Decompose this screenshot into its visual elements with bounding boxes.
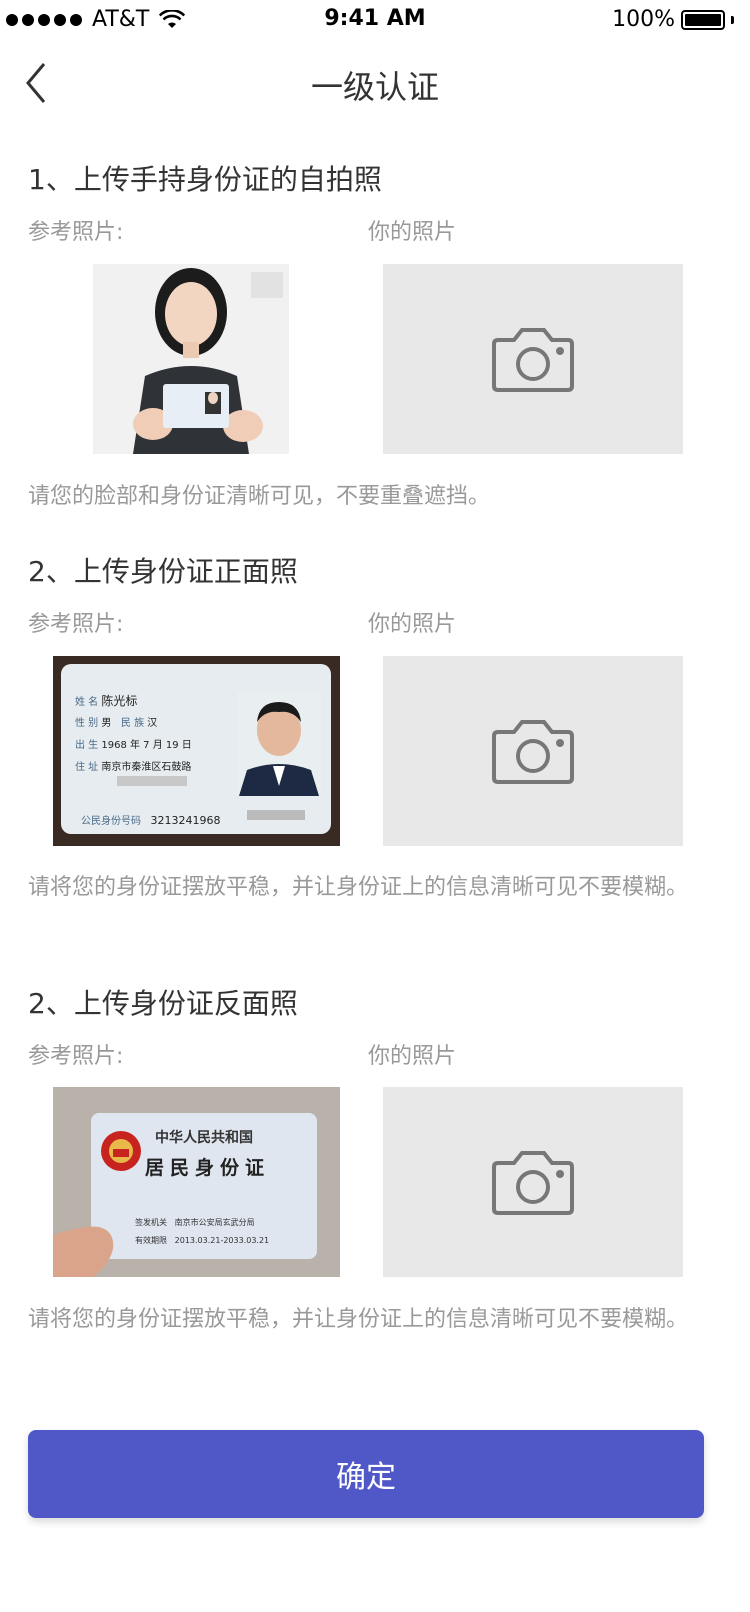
card-birth-label: 出 生: [75, 740, 99, 751]
status-right: 100%: [612, 7, 734, 32]
card-sex: 男: [101, 718, 112, 729]
section-1-ref-label: 参考照片:: [28, 220, 124, 245]
battery-icon: [681, 9, 725, 30]
hand-shape: [53, 1226, 114, 1277]
card-ethnic-label: 民 族: [120, 718, 145, 729]
section-3-note: 请将您的身份证摆放平稳，并让身份证上的信息清晰可见不要模糊。: [28, 1307, 689, 1332]
card-doc: 居民身份证: [145, 1157, 271, 1179]
card-ethnic: 汉: [147, 718, 158, 729]
card-id-label: 公民身份号码: [81, 816, 141, 827]
card-country: 中华人民共和国: [155, 1130, 253, 1146]
section-2-ref-label: 参考照片:: [28, 612, 124, 637]
selfie-upload[interactable]: [383, 264, 683, 454]
blur-bar: [117, 776, 187, 786]
emblem-icon: [101, 1131, 141, 1171]
id-back-reference-image: 中华人民共和国 居民身份证 签发机关 南京市公安局玄武分局 有效期限 2013.…: [53, 1087, 340, 1277]
battery-tip: [731, 15, 734, 24]
section-1-note: 请您的脸部和身份证清晰可见，不要重叠遮挡。: [28, 484, 491, 509]
page-title: 一级认证: [310, 68, 439, 106]
section-1-title: 1、上传手持身份证的自拍照: [28, 163, 382, 196]
section-2-title: 2、上传身份证正面照: [28, 555, 298, 588]
section-2-your-label: 你的照片: [368, 612, 457, 637]
battery-percent: 100%: [612, 7, 675, 32]
confirm-button[interactable]: 确定: [28, 1430, 704, 1518]
section-1-your-label: 你的照片: [368, 220, 457, 245]
section-2-note: 请将您的身份证摆放平稳，并让身份证上的信息清晰可见不要模糊。: [28, 875, 689, 900]
camera-icon: [492, 720, 574, 784]
section-3-title: 2、上传身份证反面照: [28, 987, 298, 1020]
card-birth: 1968 年 7 月 19 日: [101, 740, 192, 751]
status-bar: AT&T 9:41 AM 100%: [0, 0, 750, 40]
blur-bar-id: [247, 810, 305, 820]
id-front-upload[interactable]: [383, 656, 683, 846]
card-validity: 2013.03.21-2033.03.21: [174, 1236, 270, 1245]
card-authority: 南京市公安局玄武分局: [174, 1218, 255, 1227]
card-addr: 南京市秦淮区石鼓路: [101, 762, 192, 773]
camera-icon: [492, 328, 574, 392]
section-3-ref-label: 参考照片:: [28, 1044, 124, 1069]
portrait-photo: [237, 692, 321, 796]
card-addr-label: 住 址: [75, 762, 99, 773]
selfie-reference-image: [93, 264, 289, 454]
card-name-label: 姓 名: [75, 697, 99, 708]
camera-icon: [492, 1151, 574, 1215]
section-3-your-label: 你的照片: [368, 1044, 457, 1069]
id-front-reference-image: 姓 名 陈光标 性 别 男 民 族 汉 出 生 1968 年 7 月 19 日 …: [53, 656, 340, 846]
card-name: 陈光标: [101, 694, 138, 708]
card-id: 3213241968: [150, 814, 221, 827]
card-sex-label: 性 别: [75, 718, 99, 729]
id-back-upload[interactable]: [383, 1087, 683, 1277]
